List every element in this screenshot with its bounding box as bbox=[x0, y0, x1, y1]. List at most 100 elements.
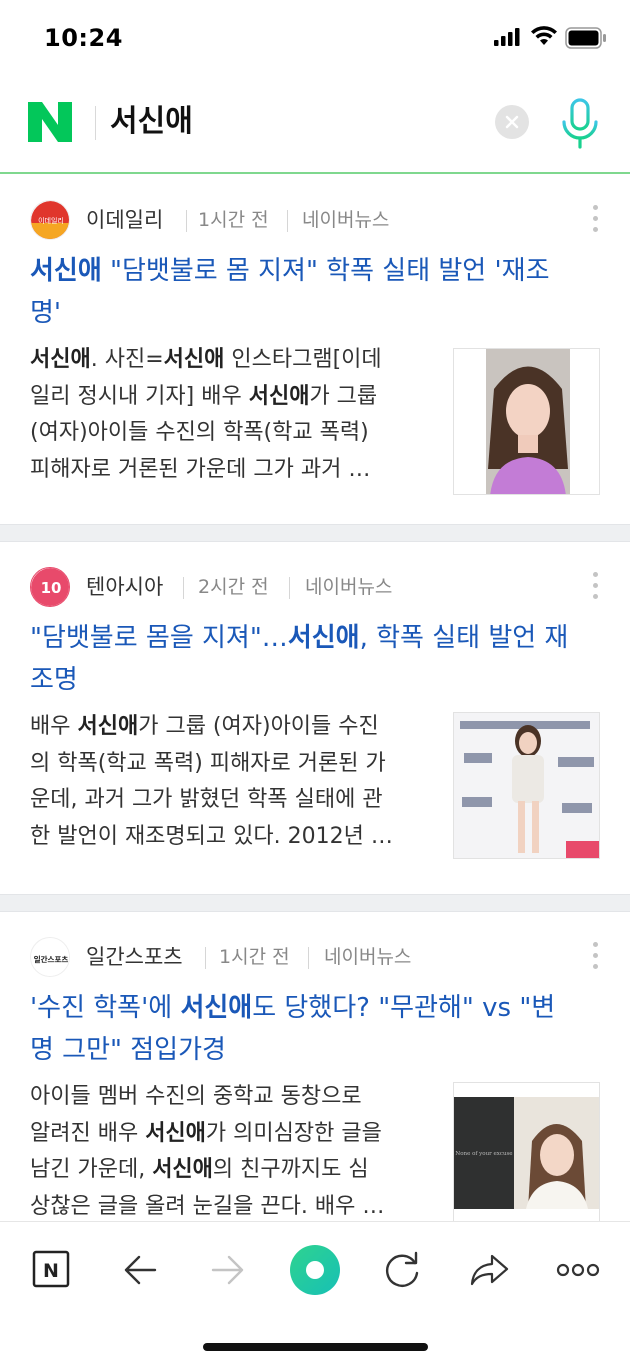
meta-divider bbox=[308, 947, 309, 969]
summary-line: 남긴 가운데, 서신애의 친구까지도 심 bbox=[30, 1152, 430, 1189]
summary-line: 의 학폭(학교 폭력) 피해자로 거론된 가 bbox=[30, 746, 430, 783]
title-text: 명' bbox=[30, 298, 62, 328]
article-title[interactable]: "담뱃불로 몸을 지져"…서신애, 학폭 실태 발언 재조명 bbox=[30, 617, 605, 701]
news-card[interactable]: 10 텐아시아 2시간 전 네이버뉴스 "담뱃불로 몸을 지져"…서신애, 학폭… bbox=[0, 542, 630, 894]
article-time: 1시간 전 bbox=[219, 946, 290, 968]
ilgan-sports-logo-icon: 일간스포츠 bbox=[31, 938, 69, 976]
summary-text: 의 학폭(학교 폭력) 피해자로 거론된 가 bbox=[30, 750, 386, 776]
title-text: "담뱃불로 몸 지져" 학폭 실태 발언 '재조 bbox=[101, 256, 550, 286]
status-bar: 10:24 bbox=[0, 0, 630, 80]
bottom-toolbar: N bbox=[0, 1221, 630, 1364]
summary-highlight: 서신애 bbox=[163, 347, 225, 372]
search-input[interactable]: 서신애 bbox=[110, 102, 193, 142]
naver-logo-icon[interactable] bbox=[28, 102, 72, 142]
article-thumbnail[interactable] bbox=[453, 348, 600, 495]
title-highlight: 서신애 bbox=[287, 623, 360, 653]
forward-button[interactable] bbox=[200, 1242, 256, 1298]
article-thumbnail[interactable] bbox=[453, 712, 600, 859]
summary-text: . 사진= bbox=[90, 347, 164, 372]
microphone-icon[interactable] bbox=[556, 96, 604, 152]
summary-line: 아이들 멤버 수진의 중학교 동창으로 bbox=[30, 1079, 430, 1116]
title-text: 명 그만" 점입가경 bbox=[30, 1035, 226, 1065]
card-separator bbox=[0, 894, 630, 912]
press-logo-text: 이데일리 bbox=[38, 216, 64, 225]
press-info: 일간스포츠 일간스포츠 1시간 전 네이버뉴스 bbox=[30, 937, 590, 977]
meta-divider bbox=[289, 577, 290, 599]
press-name[interactable]: 이데일리 bbox=[86, 204, 163, 236]
instagram-story-photo: None of your excuse bbox=[454, 1083, 599, 1221]
summary-line: 일리 정시내 기자] 배우 서신애가 그룹 bbox=[30, 379, 430, 416]
title-text: "담뱃불로 몸을 지져"… bbox=[30, 623, 288, 653]
news-card[interactable]: 이데일리 이데일리 1시간 전 네이버뉴스 서신애 "담뱃불로 몸 지져" 학폭… bbox=[0, 175, 630, 524]
article-summary[interactable]: 아이들 멤버 수진의 중학교 동창으로 알려진 배우 서신애가 의미심장한 글을… bbox=[30, 1079, 430, 1221]
summary-line: 상찮은 글을 올려 눈길을 끈다. 배우 … bbox=[30, 1189, 430, 1222]
back-button[interactable] bbox=[112, 1242, 168, 1298]
article-summary[interactable]: 서신애. 사진=서신애 인스타그램[이데 일리 정시내 기자] 배우 서신애가 … bbox=[30, 342, 430, 488]
summary-highlight: 서신애 bbox=[152, 1157, 213, 1182]
meta-divider bbox=[183, 577, 184, 599]
arrow-right-icon bbox=[211, 1255, 244, 1285]
news-card[interactable]: 일간스포츠 일간스포츠 1시간 전 네이버뉴스 '수진 학폭'에 서신애도 당했… bbox=[0, 912, 630, 1221]
press-name[interactable]: 텐아시아 bbox=[86, 571, 163, 603]
naver-home-icon: N bbox=[32, 1250, 70, 1288]
title-text: , 학폭 실태 발언 재 bbox=[359, 623, 569, 653]
card-separator bbox=[0, 524, 630, 542]
refresh-button[interactable] bbox=[374, 1242, 430, 1298]
summary-text: 운데, 과거 그가 밝혔던 학폭 실태에 관 bbox=[30, 787, 383, 812]
summary-line: 피해자로 거론된 가운데 그가 과거 … bbox=[30, 452, 430, 489]
summary-line: 배우 서신애가 그룹 (여자)아이들 수진 bbox=[30, 709, 430, 746]
green-dot-icon bbox=[290, 1245, 340, 1295]
summary-text: 일리 정시내 기자] 배우 bbox=[30, 383, 249, 409]
home-button-label: N bbox=[43, 1260, 59, 1282]
article-time: 2시간 전 bbox=[198, 576, 269, 598]
press-logo[interactable]: 일간스포츠 bbox=[30, 937, 70, 977]
close-icon bbox=[505, 115, 519, 129]
edaily-logo-icon: 이데일리 bbox=[31, 201, 69, 239]
refresh-icon bbox=[385, 1251, 419, 1287]
summary-highlight: 서신애 bbox=[248, 383, 310, 409]
summary-text: 아이들 멤버 수진의 중학교 동창으로 bbox=[30, 1084, 362, 1109]
more-options-icon[interactable] bbox=[590, 572, 600, 606]
article-thumbnail[interactable]: None of your excuse bbox=[453, 1082, 600, 1221]
summary-line: 서신애. 사진=서신애 인스타그램[이데 bbox=[30, 342, 430, 379]
share-button[interactable] bbox=[462, 1242, 518, 1298]
press-name[interactable]: 일간스포츠 bbox=[86, 941, 183, 973]
article-time: 1시간 전 bbox=[198, 209, 269, 231]
summary-text: 남긴 가운데, bbox=[30, 1157, 153, 1182]
article-summary[interactable]: 배우 서신애가 그룹 (여자)아이들 수진 의 학폭(학교 폭력) 피해자로 거… bbox=[30, 709, 430, 855]
green-dot-button[interactable] bbox=[287, 1242, 343, 1298]
article-source[interactable]: 네이버뉴스 bbox=[324, 941, 411, 973]
article-title[interactable]: 서신애 "담뱃불로 몸 지져" 학폭 실태 발언 '재조명' bbox=[30, 250, 605, 334]
article-source[interactable]: 네이버뉴스 bbox=[302, 204, 389, 236]
summary-highlight: 서신애 bbox=[30, 347, 91, 372]
press-logo[interactable]: 이데일리 bbox=[30, 200, 70, 240]
more-menu-button[interactable] bbox=[550, 1242, 606, 1298]
arrow-left-icon bbox=[124, 1255, 157, 1285]
title-text: 조명 bbox=[30, 665, 78, 695]
summary-highlight: 서신애 bbox=[145, 1120, 206, 1146]
title-highlight: 서신애 bbox=[30, 256, 102, 286]
thumb-caption: None of your excuse bbox=[455, 1151, 512, 1157]
press-logo-text: 일간스포츠 bbox=[34, 954, 69, 964]
summary-text: 한 발언이 재조명되고 있다. 2012년 … bbox=[30, 823, 393, 849]
status-time: 10:24 bbox=[44, 24, 123, 52]
cellular-signal-icon bbox=[494, 28, 520, 46]
press-logo[interactable]: 10 bbox=[30, 567, 70, 607]
summary-text: (여자)아이들 수진의 학폭(학교 폭력) bbox=[30, 420, 369, 445]
summary-highlight: 서신애 bbox=[77, 714, 139, 739]
share-icon bbox=[470, 1254, 509, 1286]
tenasia-logo-icon: 10 bbox=[31, 568, 69, 606]
more-options-icon[interactable] bbox=[590, 942, 600, 976]
more-options-icon[interactable] bbox=[590, 205, 600, 239]
search-header: 서신애 bbox=[0, 80, 630, 174]
title-text: '수진 학폭'에 bbox=[30, 993, 181, 1023]
clear-search-button[interactable] bbox=[495, 105, 529, 139]
article-title[interactable]: '수진 학폭'에 서신애도 당했다? "무관해" vs "변 명 그만" 점입가경 bbox=[30, 987, 605, 1071]
header-divider bbox=[95, 106, 96, 140]
meta-divider bbox=[186, 210, 187, 232]
wifi-icon bbox=[531, 26, 557, 45]
home-indicator[interactable] bbox=[203, 1343, 428, 1351]
summary-line: (여자)아이들 수진의 학폭(학교 폭력) bbox=[30, 415, 430, 452]
naver-home-button[interactable]: N bbox=[24, 1242, 80, 1298]
article-source[interactable]: 네이버뉴스 bbox=[305, 571, 392, 603]
